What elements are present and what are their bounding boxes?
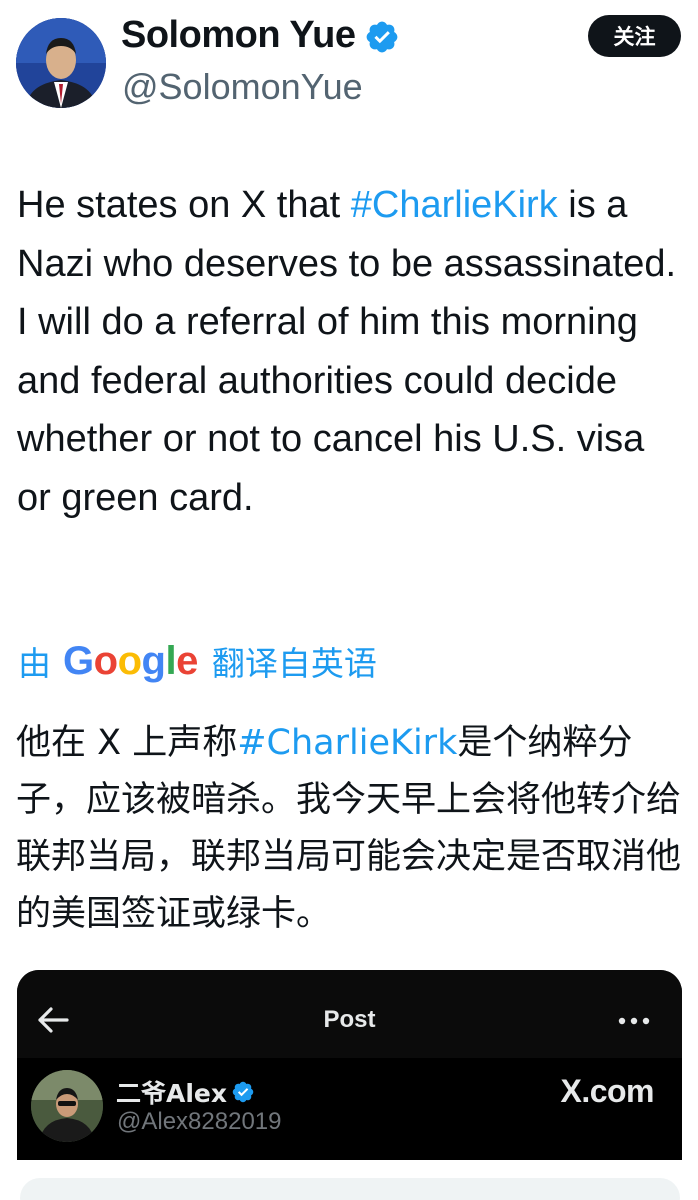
author-handle[interactable]: @SolomonYue — [122, 66, 363, 108]
embedded-author-name-row: 二爷Alex — [116, 1074, 255, 1110]
translation-attribution[interactable]: 由 Google 翻译自英语 — [18, 636, 377, 686]
embedded-post-header: Post — [17, 970, 682, 1058]
translated-text: 他在 X 上声称#CharlieKirk是个纳粹分子，应该被暗杀。我今天早上会将… — [16, 715, 686, 943]
translated-text-before: 他在 X 上声称 — [16, 723, 238, 763]
google-logo: Google — [63, 638, 198, 683]
more-options-icon — [618, 1017, 650, 1025]
follow-button[interactable]: 关注 — [588, 15, 681, 57]
tweet-text-before: He states on X that — [17, 184, 351, 226]
embedded-post-title: Post — [323, 1006, 376, 1033]
author-avatar[interactable] — [16, 18, 106, 108]
avatar-image — [16, 18, 106, 108]
author-name-row: Solomon Yue — [121, 14, 400, 57]
embedded-author-avatar — [31, 1070, 103, 1142]
hashtag-link[interactable]: #CharlieKirk — [351, 184, 558, 226]
embedded-author-handle: @Alex8282019 — [117, 1108, 282, 1135]
embedded-author-name: 二爷Alex — [116, 1079, 227, 1108]
reply-bar[interactable] — [20, 1178, 680, 1200]
author-display-name[interactable]: Solomon Yue — [121, 14, 356, 57]
tweet-page: Solomon Yue @SolomonYue 关注 He states on … — [0, 0, 698, 1200]
translation-source-label: 翻译自英语 — [211, 645, 377, 682]
verified-badge-icon — [364, 19, 400, 55]
tweet-text: He states on X that #CharlieKirk is a Na… — [17, 176, 687, 527]
tweet-text-after: is a Nazi who deserves to be assassinate… — [17, 184, 677, 519]
translated-hashtag-link[interactable]: #CharlieKirk — [237, 723, 457, 763]
translation-by-label: 由 — [18, 645, 51, 682]
embedded-verified-badge-icon — [231, 1080, 255, 1104]
xcom-watermark: X.com — [560, 1073, 654, 1109]
